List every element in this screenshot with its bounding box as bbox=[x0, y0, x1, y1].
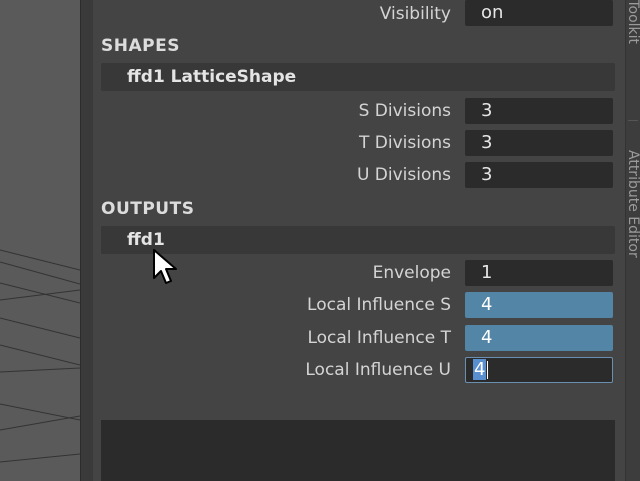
local-influence-s-row: Local Influence S 4 bbox=[93, 291, 625, 319]
text-caret bbox=[487, 361, 489, 379]
local-influence-t-row: Local Influence T 4 bbox=[93, 324, 625, 352]
tab-attribute-editor[interactable]: Attribute Editor bbox=[626, 150, 640, 258]
local-influence-u-label: Local Influence U bbox=[305, 360, 451, 380]
envelope-field[interactable]: 1 bbox=[465, 260, 613, 286]
3d-viewport[interactable] bbox=[0, 0, 80, 481]
shapes-node-title: ffd1 LatticeShape bbox=[127, 67, 297, 87]
visibility-field[interactable]: on bbox=[465, 0, 613, 26]
panel-splitter[interactable] bbox=[80, 0, 94, 481]
u-divisions-row: U Divisions 3 bbox=[93, 161, 625, 189]
visibility-label: Visibility bbox=[379, 4, 451, 24]
u-divisions-field[interactable]: 3 bbox=[465, 162, 613, 188]
tab-separator bbox=[628, 120, 638, 121]
notes-area[interactable] bbox=[101, 420, 615, 481]
local-influence-s-label: Local Influence S bbox=[307, 295, 451, 315]
local-influence-u-input[interactable]: 4 bbox=[465, 357, 613, 383]
lattice-wireframe bbox=[0, 249, 80, 463]
shapes-node-bar[interactable]: ffd1 LatticeShape bbox=[101, 63, 615, 91]
envelope-label: Envelope bbox=[372, 263, 451, 283]
mouse-cursor-icon bbox=[153, 249, 177, 284]
shapes-section-header[interactable]: SHAPES bbox=[101, 36, 180, 56]
local-influence-t-field[interactable]: 4 bbox=[465, 325, 613, 351]
visibility-row: Visibility on bbox=[93, 0, 625, 28]
s-divisions-row: S Divisions 3 bbox=[93, 97, 625, 125]
t-divisions-row: T Divisions 3 bbox=[93, 129, 625, 157]
local-influence-s-field[interactable]: 4 bbox=[465, 292, 613, 318]
u-divisions-label: U Divisions bbox=[356, 165, 451, 185]
s-divisions-label: S Divisions bbox=[358, 101, 451, 121]
s-divisions-field[interactable]: 3 bbox=[465, 98, 613, 124]
tab-modeling-toolkit[interactable]: g Toolkit bbox=[626, 0, 640, 44]
attribute-editor-panel: Visibility on SHAPES ffd1 LatticeShape S… bbox=[93, 0, 625, 481]
local-influence-u-selected-text: 4 bbox=[473, 359, 487, 380]
outputs-section-header[interactable]: OUTPUTS bbox=[101, 199, 194, 219]
t-divisions-label: T Divisions bbox=[359, 133, 451, 153]
local-influence-u-row: Local Influence U 4 bbox=[93, 356, 625, 384]
local-influence-t-label: Local Influence T bbox=[307, 328, 451, 348]
t-divisions-field[interactable]: 3 bbox=[465, 130, 613, 156]
side-tab-strip: g Toolkit Attribute Editor bbox=[625, 0, 640, 481]
